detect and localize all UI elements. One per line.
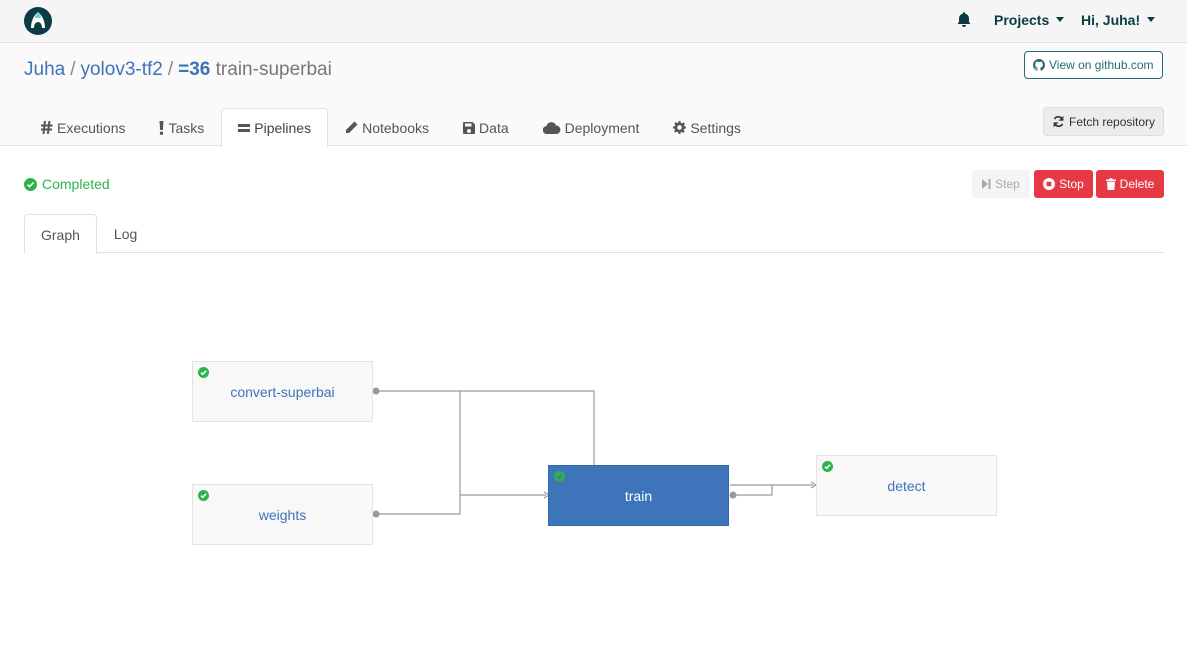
pipeline-graph: convert-superbai weights train detect	[0, 260, 1187, 661]
trash-icon	[1105, 178, 1116, 190]
step-forward-icon	[982, 179, 991, 189]
exclamation-icon	[159, 120, 164, 135]
subtab-log[interactable]: Log	[97, 214, 154, 253]
tab-tasks[interactable]: Tasks	[142, 108, 221, 146]
check-circle-icon	[198, 367, 209, 378]
graph-edges	[372, 387, 818, 518]
tab-label: Pipelines	[254, 120, 312, 136]
user-greeting: Hi, Juha!	[1081, 12, 1141, 28]
tab-label: Deployment	[564, 119, 640, 136]
pipeline-status: Completed	[24, 176, 110, 192]
edge-convert-superbai-train	[376, 390, 595, 465]
node-label: train	[624, 487, 653, 504]
tab-label: Tasks	[168, 119, 205, 136]
delete-button[interactable]: Delete	[1096, 170, 1164, 198]
pipeline-name: train-superbai	[215, 59, 332, 80]
project-tabs: Executions Tasks Pipelines Notebooks Dat…	[24, 108, 758, 147]
tab-label: Notebooks	[362, 119, 430, 136]
breadcrumb: Juha / yolov3-tf2/=36 train-superbai	[24, 59, 332, 81]
edge-train-detect	[733, 484, 813, 496]
tab-settings[interactable]: Settings	[656, 108, 758, 146]
step-label: Step	[995, 177, 1020, 191]
caret-down-icon	[1147, 17, 1156, 22]
hash-icon	[41, 121, 53, 134]
stop-button[interactable]: Stop	[1034, 170, 1093, 198]
stop-circle-icon	[1043, 178, 1056, 190]
check-circle-icon	[822, 461, 833, 472]
view-on-github-button[interactable]: View on github.com	[1024, 51, 1163, 79]
user-menu-dropdown[interactable]: Hi, Juha!	[1081, 12, 1156, 28]
pencil-icon	[346, 121, 358, 133]
graph-node-detect[interactable]: detect	[816, 455, 997, 516]
graph-node-weights[interactable]: weights	[192, 484, 373, 545]
projects-dropdown[interactable]: Projects	[994, 12, 1065, 28]
stop-label: Stop	[1059, 177, 1084, 191]
pipeline-subtabs: Graph Log	[24, 214, 1164, 254]
step-button[interactable]: Step	[972, 170, 1030, 198]
tab-deployment[interactable]: Deployment	[526, 108, 657, 146]
tab-data[interactable]: Data	[446, 108, 526, 146]
tab-notebooks[interactable]: Notebooks	[328, 108, 446, 146]
tab-label: Settings	[690, 119, 741, 136]
top-navbar: Projects Hi, Juha!	[0, 0, 1187, 43]
output-port[interactable]	[729, 491, 737, 499]
fetch-repository-label: Fetch repository	[1069, 114, 1156, 129]
caret-down-icon	[1056, 17, 1065, 22]
check-circle-icon	[24, 177, 37, 191]
check-circle-icon	[554, 471, 565, 482]
check-circle-icon	[198, 490, 209, 501]
tab-pipelines[interactable]: Pipelines	[221, 108, 329, 147]
project-header: Juha / yolov3-tf2/=36 train-superbai View …	[0, 43, 1187, 147]
refresh-icon	[1053, 115, 1064, 128]
bell-icon[interactable]	[957, 12, 971, 28]
output-port[interactable]	[372, 510, 380, 518]
breadcrumb-separator: /	[70, 59, 76, 80]
view-on-github-label: View on github.com	[1049, 58, 1154, 72]
floppy-icon	[463, 121, 476, 134]
valohai-logo-icon[interactable]	[24, 7, 52, 35]
node-label: weights	[258, 506, 307, 523]
node-label: detect	[887, 477, 926, 494]
breadcrumb-owner[interactable]: Juha	[24, 59, 65, 80]
node-label: convert-superbai	[230, 383, 335, 400]
edge-weights-train	[376, 494, 546, 515]
equals-icon	[238, 124, 251, 132]
projects-label: Projects	[994, 12, 1050, 28]
tab-label: Data	[479, 119, 509, 136]
output-port[interactable]	[372, 387, 380, 395]
status-label: Completed	[42, 176, 110, 192]
breadcrumb-separator: /	[167, 59, 174, 80]
tab-executions[interactable]: Executions	[24, 108, 142, 146]
tab-label: Executions	[57, 119, 126, 136]
fetch-repository-button[interactable]: Fetch repository	[1043, 107, 1165, 136]
graph-node-convert-superbai[interactable]: convert-superbai	[192, 361, 373, 422]
breadcrumb-project[interactable]: yolov3-tf2	[80, 59, 162, 80]
subtab-graph[interactable]: Graph	[24, 214, 97, 254]
pipeline-number: =36	[178, 59, 211, 80]
gear-icon	[673, 121, 687, 134]
delete-label: Delete	[1119, 177, 1155, 191]
graph-node-train[interactable]: train	[548, 465, 729, 526]
cloud-icon	[542, 121, 560, 134]
github-icon	[1033, 59, 1045, 71]
